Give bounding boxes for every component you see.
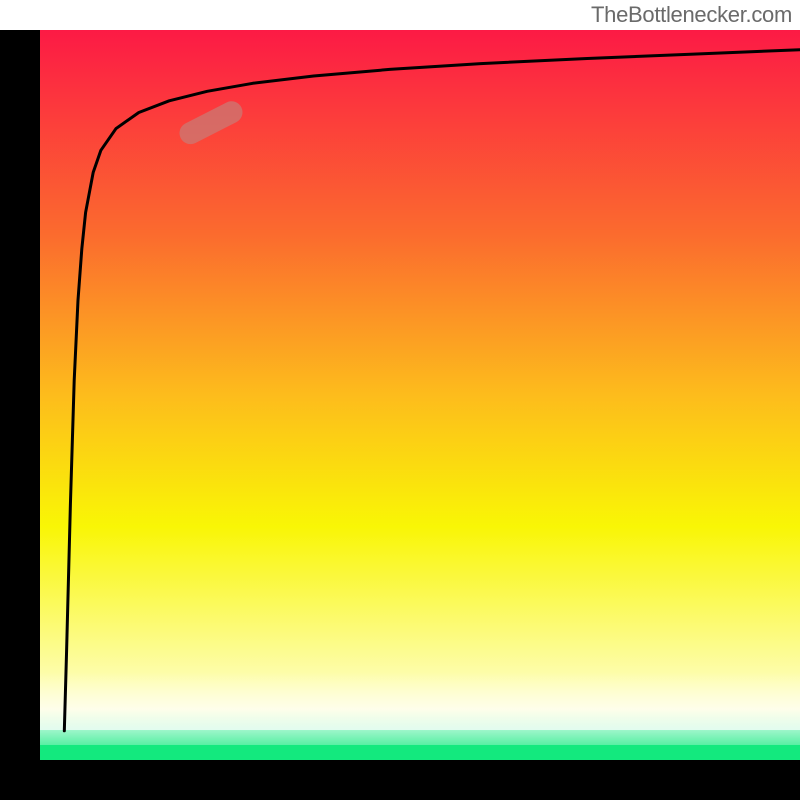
x-axis-block (0, 760, 800, 800)
plot-green-strip (40, 745, 800, 760)
watermark-text: TheBottlenecker.com (591, 2, 792, 28)
y-axis-block (0, 30, 40, 800)
chart-area (0, 30, 800, 800)
chart-svg (0, 30, 800, 800)
plot-white-band (40, 670, 800, 730)
plot-background (40, 30, 800, 760)
